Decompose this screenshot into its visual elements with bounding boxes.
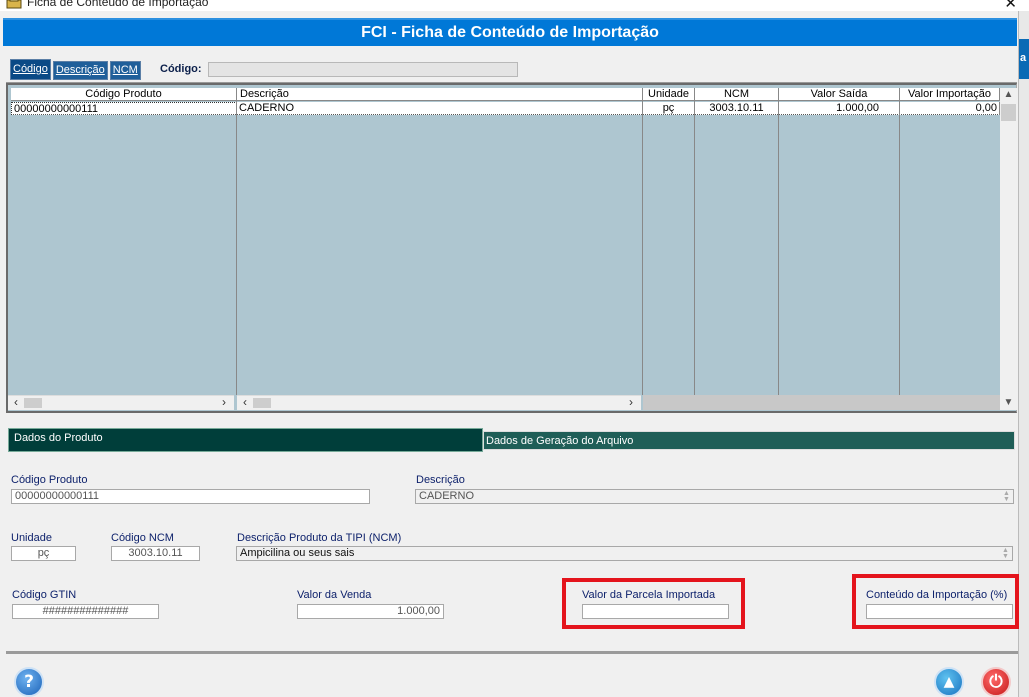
valor-parcela-field[interactable]: [582, 604, 729, 619]
window-title: Ficha de Conteúdo de Importação: [27, 0, 209, 9]
column-header-valor-saida[interactable]: Valor Saída: [779, 88, 900, 101]
column-separator: [899, 88, 900, 395]
label-conteudo-importacao: Conteúdo da Importação (%): [866, 589, 1008, 601]
window-titlebar: Ficha de Conteúdo de Importação ✕: [0, 0, 1029, 12]
unidade-field[interactable]: pç: [11, 546, 76, 561]
page-header: FCI - Ficha de Conteúdo de Importação: [3, 18, 1017, 46]
column-separator: [642, 88, 643, 395]
horizontal-scrollbar-descricao[interactable]: ‹ ›: [237, 395, 641, 410]
horizontal-scrollbar-codigo[interactable]: ‹ ›: [8, 395, 234, 410]
search-tab-descricao[interactable]: Descrição: [52, 61, 108, 80]
app-icon: [6, 0, 22, 9]
label-descricao: Descrição: [416, 474, 465, 486]
column-header-codigo-produto[interactable]: Código Produto: [11, 88, 237, 101]
valor-venda-field[interactable]: 1.000,00: [297, 604, 444, 619]
column-header-unidade[interactable]: Unidade: [643, 88, 695, 101]
column-header-ncm[interactable]: NCM: [695, 88, 779, 101]
scroll-right-icon[interactable]: ›: [624, 396, 638, 410]
background-window-header: a: [1019, 39, 1029, 79]
scroll-up-icon[interactable]: ▲: [1000, 88, 1017, 102]
label-valor-parcela: Valor da Parcela Importada: [582, 589, 716, 601]
spin-icon[interactable]: ▲ ▼: [1000, 547, 1011, 560]
cell-descricao[interactable]: CADERNO: [237, 102, 643, 115]
label-codigo-ncm: Código NCM: [111, 532, 174, 544]
descricao-tipi-value: Ampicilina ou seus sais: [240, 547, 355, 559]
cell-valor-importacao[interactable]: 0,00: [900, 102, 1000, 115]
scroll-right-icon[interactable]: ›: [217, 396, 231, 410]
cell-valor-saida[interactable]: 1.000,00: [779, 102, 900, 115]
column-separator: [778, 88, 779, 395]
column-separator: [236, 88, 237, 395]
label-codigo-gtin: Código GTIN: [12, 589, 77, 601]
close-icon[interactable]: ✕: [1004, 0, 1017, 12]
scroll-thumb[interactable]: [24, 398, 42, 408]
grid-header: Código Produto Descrição Unidade NCM Val…: [11, 88, 1000, 101]
cell-codigo-produto[interactable]: 00000000000111: [11, 102, 237, 115]
descricao-tipi-field[interactable]: Ampicilina ou seus sais ▲ ▼: [236, 546, 1013, 561]
search-tab-codigo[interactable]: Código: [10, 59, 51, 80]
help-icon[interactable]: ?: [14, 667, 44, 697]
page-title: FCI - Ficha de Conteúdo de Importação: [361, 24, 659, 41]
search-label: Código:: [160, 63, 202, 75]
section-tabs: Dados do Produto Dados de Geração do Arq…: [8, 428, 1017, 453]
codigo-gtin-field[interactable]: ##############: [12, 604, 159, 619]
scroll-left-icon[interactable]: ‹: [238, 396, 252, 410]
label-codigo-produto: Código Produto: [11, 474, 88, 486]
up-arrow-icon[interactable]: ▲: [934, 667, 964, 697]
scroll-thumb[interactable]: [1001, 104, 1016, 121]
descricao-field[interactable]: CADERNO ▲ ▼: [415, 489, 1014, 504]
grid-vertical-scrollbar[interactable]: ▲ ▼: [1000, 88, 1017, 410]
highlight-conteudo-importacao: [852, 574, 1019, 629]
scroll-down-icon[interactable]: ▼: [1000, 396, 1017, 410]
table-row[interactable]: 00000000000111 CADERNO pç 3003.10.11 1.0…: [11, 102, 1000, 115]
column-header-valor-importacao[interactable]: Valor Importação: [900, 88, 1000, 101]
column-header-descricao[interactable]: Descrição: [237, 88, 643, 101]
power-icon[interactable]: ⏻: [981, 667, 1011, 697]
label-descricao-tipi: Descrição Produto da TIPI (NCM): [237, 532, 402, 544]
column-separator: [694, 88, 695, 395]
label-unidade: Unidade: [11, 532, 52, 544]
scroll-thumb[interactable]: [253, 398, 271, 408]
search-input[interactable]: [208, 62, 518, 77]
cell-unidade[interactable]: pç: [643, 102, 695, 115]
descricao-value: CADERNO: [419, 490, 475, 502]
cell-ncm[interactable]: 3003.10.11: [695, 102, 779, 115]
conteudo-importacao-field[interactable]: [866, 604, 1013, 619]
tab-dados-geracao[interactable]: Dados de Geração do Arquivo: [483, 431, 1015, 450]
grid-footer-filler: [643, 395, 1000, 410]
background-window-text: a: [1020, 52, 1027, 64]
tab-dados-produto[interactable]: Dados do Produto: [8, 428, 483, 452]
footer-divider: [6, 651, 1018, 654]
label-valor-venda: Valor da Venda: [297, 589, 372, 601]
codigo-ncm-field[interactable]: 3003.10.11: [111, 546, 200, 561]
search-tab-ncm[interactable]: NCM: [109, 61, 141, 80]
background-window-edge: a: [1018, 11, 1029, 697]
spin-icon[interactable]: ▲ ▼: [1001, 490, 1012, 503]
codigo-produto-field[interactable]: 00000000000111: [11, 489, 370, 504]
search-tabs: Código Descrição NCM: [10, 59, 143, 80]
products-grid: Código Produto Descrição Unidade NCM Val…: [6, 83, 1017, 413]
scroll-left-icon[interactable]: ‹: [9, 396, 23, 410]
